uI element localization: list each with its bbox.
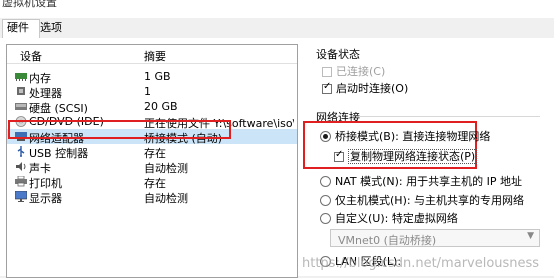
device-row-display[interactable]: 显示器 自动检测 (7, 189, 297, 205)
highlight-box-network-adapter (8, 120, 231, 139)
custom-radio[interactable]: 自定义(U): 特定虚拟网络 (320, 210, 458, 226)
hard-disk-icon (15, 103, 27, 110)
title-bar: 虚拟机设置 (0, 0, 554, 18)
tab-strip: 硬件 选项 (0, 18, 554, 39)
host-only-radio[interactable]: 仅主机模式(H): 与主机共享的专用网络 (320, 192, 524, 208)
connect-on-power-checkbox[interactable]: 启动时连接(O) (322, 80, 408, 96)
host-only-label: 仅主机模式(H): 与主机共享的专用网络 (335, 194, 525, 207)
checkbox-icon (322, 67, 332, 77)
usb-icon (17, 146, 25, 157)
processor-icon (17, 87, 25, 95)
device-list-header: 设备 摘要 (7, 45, 297, 64)
checkbox-checked-icon (322, 81, 332, 94)
device-row-usb-controller[interactable]: USB 控制器 存在 (7, 144, 297, 160)
device-row-printer[interactable]: 打印机 存在 (7, 174, 297, 190)
connected-label: 已连接(C) (336, 65, 386, 78)
printer-icon (15, 176, 27, 187)
radio-icon (320, 195, 331, 206)
device-list[interactable]: 设备 摘要 内存 1 GB 处理器 1 硬盘 (SCSI) 20 GB CD/D… (6, 44, 298, 278)
replicate-state-checkbox[interactable]: 复制物理网络连接状态(P) (334, 148, 478, 164)
nat-radio[interactable]: NAT 模式(N): 用于共享主机的 IP 地址 (320, 173, 522, 189)
bridged-label: 桥接模式(B): 直接连接物理网络 (335, 130, 491, 143)
replicate-state-label: 复制物理网络连接状态(P) (348, 149, 478, 164)
column-device[interactable]: 设备 (20, 48, 42, 64)
divider (360, 116, 540, 117)
custom-label: 自定义(U): 特定虚拟网络 (335, 212, 458, 225)
device-summary: 1 GB (144, 70, 171, 83)
device-row-memory[interactable]: 内存 1 GB (7, 69, 297, 85)
tab-options[interactable]: 选项 (36, 20, 72, 37)
device-row-processor[interactable]: 处理器 1 (7, 84, 297, 100)
column-summary[interactable]: 摘要 (144, 48, 166, 64)
connected-checkbox[interactable]: 已连接(C) (322, 63, 385, 79)
device-summary: 1 (144, 85, 151, 98)
radio-selected-icon (320, 131, 331, 142)
watermark: https://blog.csdn.net/marvelousness (302, 256, 540, 271)
checkbox-checked-icon (334, 149, 344, 162)
device-row-sound-card[interactable]: 声卡 自动检测 (7, 159, 297, 175)
hardware-panel: 设备 摘要 内存 1 GB 处理器 1 硬盘 (SCSI) 20 GB CD/D… (0, 38, 554, 278)
bridged-radio[interactable]: 桥接模式(B): 直接连接物理网络 (320, 128, 490, 144)
display-icon (15, 191, 27, 202)
window-title: 虚拟机设置 (2, 0, 57, 9)
device-summary: 自动检测 (144, 192, 188, 205)
device-status-title: 设备状态 (316, 48, 360, 61)
connect-on-power-label: 启动时连接(O) (336, 82, 409, 95)
sound-card-icon (16, 162, 26, 171)
device-row-hard-disk[interactable]: 硬盘 (SCSI) 20 GB (7, 99, 297, 115)
vmnet-select[interactable]: VMnet0 (自动桥接) ▼ (330, 229, 540, 247)
device-name: 显示器 (29, 192, 62, 205)
memory-icon (15, 73, 27, 81)
radio-icon (320, 213, 331, 224)
radio-icon (320, 176, 331, 187)
nat-label: NAT 模式(N): 用于共享主机的 IP 地址 (335, 175, 522, 188)
vmnet-select-value: VMnet0 (自动桥接) (338, 234, 437, 247)
device-summary: 20 GB (144, 100, 178, 113)
chevron-down-icon: ▼ (527, 231, 534, 241)
tab-hardware[interactable]: 硬件 (2, 19, 40, 39)
